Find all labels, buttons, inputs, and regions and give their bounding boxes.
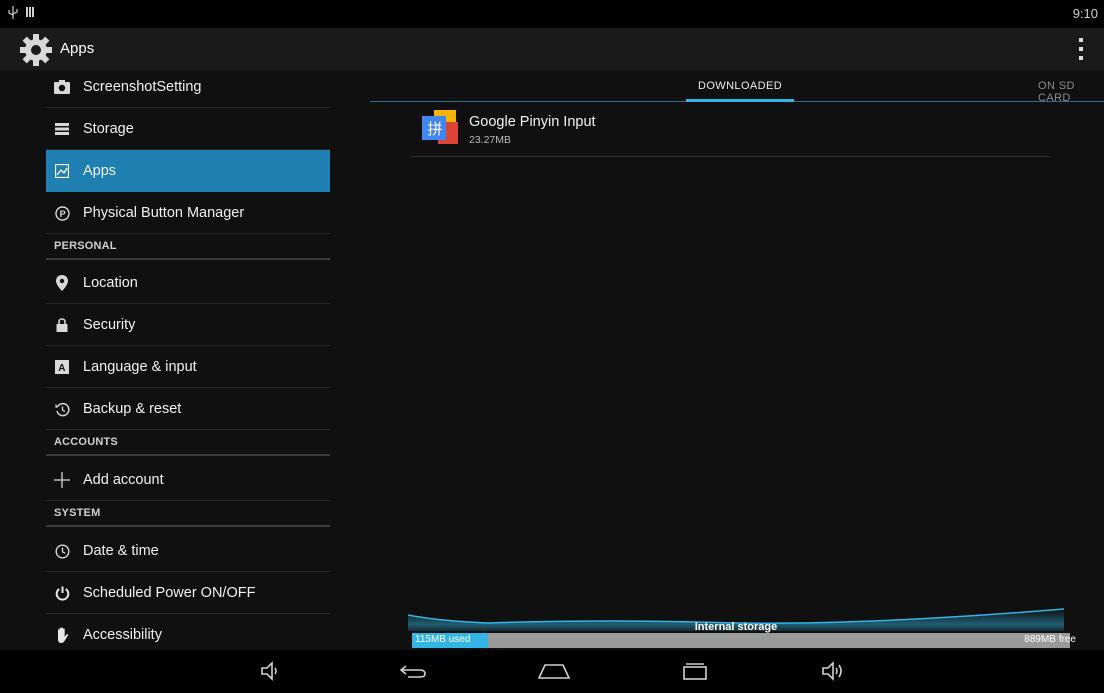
action-bar: Apps bbox=[0, 28, 1104, 70]
section-header-accounts: ACCOUNTS bbox=[46, 432, 330, 456]
sidebar-item-label: Location bbox=[83, 275, 138, 291]
sidebar-item-physical-button-manager[interactable]: P Physical Button Manager bbox=[46, 192, 330, 234]
storage-bar: 115MB used 889MB free bbox=[412, 633, 1076, 648]
sidebar-item-label: Language & input bbox=[83, 359, 197, 375]
sidebar-item-label: Security bbox=[83, 317, 136, 333]
storage-bars-icon bbox=[26, 6, 34, 23]
sidebar-item-backup-reset[interactable]: Backup & reset bbox=[46, 388, 330, 430]
app-size: 23.27MB bbox=[469, 134, 512, 146]
sidebar-item-add-account[interactable]: Add account bbox=[46, 459, 330, 501]
sidebar-item-screenshotsetting[interactable]: ScreenshotSetting bbox=[46, 70, 330, 108]
plus-icon bbox=[54, 472, 70, 488]
svg-text:P: P bbox=[59, 209, 65, 219]
app-filter-tabs: DOWNLOADED ON SD CARD bbox=[370, 70, 1104, 104]
system-nav-bar bbox=[0, 650, 1104, 693]
sidebar-item-scheduled-power[interactable]: Scheduled Power ON/OFF bbox=[46, 572, 330, 614]
sidebar-item-label: Accessibility bbox=[83, 627, 162, 643]
app-name: Google Pinyin Input bbox=[469, 114, 596, 130]
status-bar: 9:10 bbox=[0, 0, 1104, 28]
section-header-personal: PERSONAL bbox=[46, 236, 330, 260]
volume-down-icon[interactable] bbox=[254, 658, 288, 684]
settings-gear-icon[interactable] bbox=[18, 32, 54, 68]
sidebar-item-date-time[interactable]: Date & time bbox=[46, 530, 330, 572]
section-header-system: SYSTEM bbox=[46, 503, 330, 527]
sidebar-item-label: Apps bbox=[83, 163, 117, 179]
sidebar-item-label: Backup & reset bbox=[83, 401, 182, 417]
sidebar-item-label: Date & time bbox=[83, 543, 159, 559]
keyboard-a-icon: A bbox=[54, 359, 70, 375]
sidebar-item-label: Add account bbox=[83, 472, 164, 488]
lock-icon bbox=[54, 317, 70, 333]
sidebar-item-label: ScreenshotSetting bbox=[83, 79, 202, 95]
location-pin-icon bbox=[54, 275, 70, 291]
sidebar-item-label: Scheduled Power ON/OFF bbox=[83, 585, 256, 601]
page-title: Apps bbox=[60, 40, 95, 57]
sidebar-item-label: Storage bbox=[83, 121, 134, 137]
svg-text:A: A bbox=[58, 363, 65, 374]
storage-meter: Internal storage 115MB used 889MB free bbox=[408, 605, 1076, 651]
storage-free-text: 889MB free bbox=[1024, 634, 1076, 645]
power-icon bbox=[54, 585, 70, 601]
camera-icon bbox=[54, 79, 70, 95]
apps-icon bbox=[54, 163, 70, 179]
tab-downloaded[interactable]: DOWNLOADED bbox=[698, 80, 782, 92]
sidebar-item-location[interactable]: Location bbox=[46, 262, 330, 304]
storage-icon bbox=[54, 121, 70, 137]
sidebar-item-label: Physical Button Manager bbox=[83, 205, 245, 221]
restore-icon bbox=[54, 401, 70, 417]
sidebar-item-accessibility[interactable]: Accessibility bbox=[46, 614, 330, 650]
volume-up-icon[interactable] bbox=[818, 658, 852, 684]
home-icon[interactable] bbox=[537, 658, 571, 684]
storage-label: Internal storage bbox=[694, 621, 778, 633]
back-icon[interactable] bbox=[396, 658, 430, 684]
status-clock: 9:10 bbox=[1072, 6, 1098, 21]
hand-icon bbox=[54, 627, 70, 643]
recents-icon[interactable] bbox=[678, 658, 712, 684]
usb-icon bbox=[8, 6, 18, 23]
sidebar-item-security[interactable]: Security bbox=[46, 304, 330, 346]
sidebar-item-language-input[interactable]: A Language & input bbox=[46, 346, 330, 388]
clock-icon bbox=[54, 543, 70, 559]
app-row-google-pinyin-input[interactable]: 拼 Google Pinyin Input 23.27MB bbox=[410, 102, 1050, 157]
storage-used-text: 115MB used bbox=[415, 634, 471, 645]
overflow-menu-icon[interactable] bbox=[1076, 38, 1086, 60]
status-icons bbox=[8, 6, 34, 23]
p-circle-icon: P bbox=[54, 205, 70, 221]
app-icon-glyph: 拼 bbox=[427, 120, 443, 138]
sidebar-item-storage[interactable]: Storage bbox=[46, 108, 330, 150]
settings-sidebar: ScreenshotSetting Storage Apps P Physica… bbox=[0, 70, 370, 650]
google-pinyin-app-icon: 拼 bbox=[420, 108, 460, 148]
sidebar-item-apps[interactable]: Apps bbox=[46, 150, 330, 192]
